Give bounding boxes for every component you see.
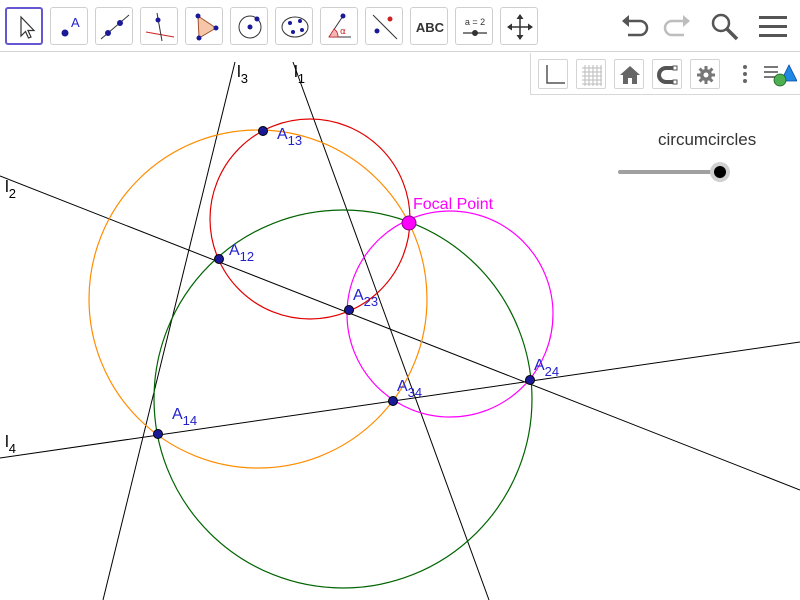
focal-point[interactable]	[401, 215, 417, 231]
cursor-arrow-icon	[20, 15, 36, 39]
label-l4: l4	[5, 432, 16, 456]
label-A13: A13	[277, 126, 302, 148]
undo-button[interactable]	[618, 8, 654, 44]
point-A24[interactable]	[525, 375, 535, 385]
more-vertical-icon	[743, 65, 747, 83]
move-tool[interactable]	[5, 7, 43, 45]
slider-label: circumcircles	[658, 130, 757, 149]
circumcircle-red[interactable]	[209, 118, 411, 320]
label-A14: A14	[172, 406, 197, 428]
gear-icon	[697, 66, 715, 84]
line-tool[interactable]	[95, 7, 133, 45]
move-arrows-icon	[507, 14, 533, 40]
search-icon	[711, 13, 739, 41]
perpendicular-line-tool[interactable]	[140, 7, 178, 45]
angle-icon: α	[328, 13, 351, 38]
grid-icon	[582, 65, 602, 86]
toggle-axes-button[interactable]	[538, 59, 568, 89]
algebra-view-icon	[764, 64, 798, 87]
ellipse-icon	[281, 16, 309, 38]
search-button[interactable]	[706, 8, 742, 44]
menu-icon	[759, 16, 787, 37]
text-icon: ABC	[416, 20, 445, 35]
point-A23[interactable]	[344, 305, 354, 315]
line-l4[interactable]	[0, 341, 800, 459]
label-focal-point: Focal Point	[413, 196, 494, 213]
axes-icon	[546, 65, 565, 84]
home-icon	[620, 66, 640, 84]
svg-text:A: A	[71, 15, 80, 30]
more-options-button[interactable]	[735, 59, 755, 89]
label-A12: A12	[229, 242, 254, 264]
points-group	[153, 126, 535, 439]
point-icon: A	[61, 15, 80, 37]
standard-view-button[interactable]	[614, 59, 644, 89]
circle-center-point-tool[interactable]	[230, 7, 268, 45]
point-A13[interactable]	[258, 126, 268, 136]
reflect-about-line-tool[interactable]	[365, 7, 403, 45]
graphics-style-bar	[530, 53, 800, 95]
svg-text:ABC: ABC	[416, 20, 445, 35]
text-tool[interactable]: ABC	[410, 7, 448, 45]
label-A24: A24	[534, 357, 559, 379]
angle-tool[interactable]: α	[320, 7, 358, 45]
circle-icon	[238, 15, 262, 39]
line-icon	[100, 14, 130, 40]
slider-knob[interactable]	[710, 162, 730, 182]
slider-track[interactable]	[618, 170, 720, 174]
point-A12[interactable]	[214, 254, 224, 264]
magnet-icon	[657, 65, 678, 85]
point-A34[interactable]	[388, 396, 398, 406]
reflect-line-icon	[372, 14, 398, 40]
redo-icon	[663, 15, 690, 37]
svg-text:α: α	[340, 27, 346, 37]
slider-tool[interactable]: a = 2	[455, 7, 493, 45]
toggle-views-button[interactable]	[761, 59, 798, 89]
toolbar: A α ABC a = 2	[0, 0, 800, 52]
redo-button[interactable]	[658, 8, 694, 44]
undo-icon	[622, 15, 649, 37]
polygon-icon	[195, 13, 219, 41]
point-A14[interactable]	[153, 429, 163, 439]
main-menu-button[interactable]	[755, 8, 791, 44]
conic-through-5-points-tool[interactable]	[275, 7, 313, 45]
label-A23: A23	[353, 287, 378, 309]
line-l3[interactable]	[102, 61, 236, 600]
perpendicular-line-icon	[145, 12, 175, 42]
circumcircle-magenta[interactable]	[346, 210, 554, 418]
svg-text:a = 2: a = 2	[465, 17, 485, 27]
label-l1: l1	[294, 62, 305, 86]
slider-icon: a = 2	[463, 17, 487, 36]
polygon-tool[interactable]	[185, 7, 223, 45]
line-l2[interactable]	[0, 175, 800, 491]
point-capturing-button[interactable]	[652, 59, 682, 89]
point-tool[interactable]: A	[50, 7, 88, 45]
label-l3: l3	[237, 62, 248, 86]
toggle-grid-button[interactable]	[576, 59, 606, 89]
graphics-settings-button[interactable]	[690, 59, 720, 89]
move-graphics-view-tool[interactable]	[500, 7, 538, 45]
circumcircle-green[interactable]	[153, 209, 533, 589]
